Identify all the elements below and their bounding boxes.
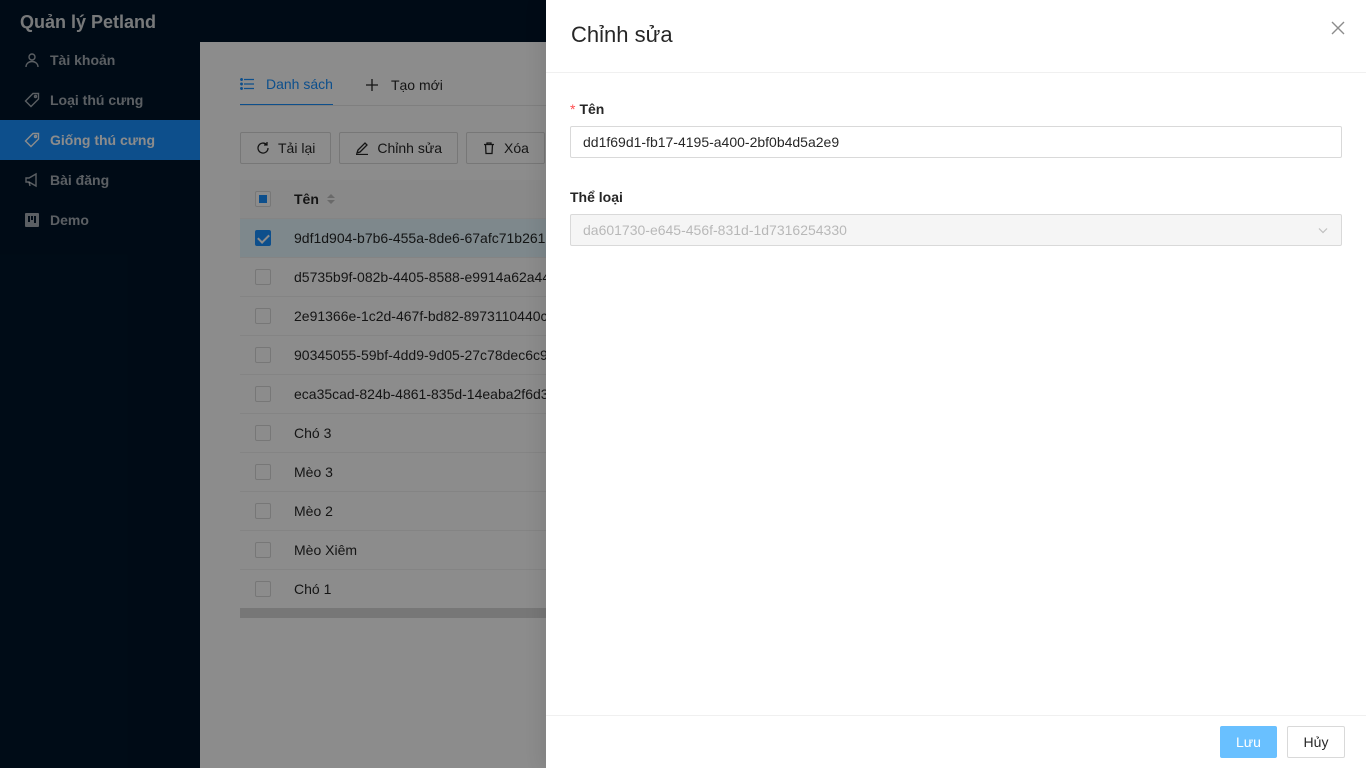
drawer-header: Chỉnh sửa: [546, 0, 1366, 73]
close-button[interactable]: [1330, 20, 1346, 36]
cancel-button[interactable]: Hủy: [1287, 726, 1345, 758]
edit-form: *Tên Thể loại da601730-e645-456f-831d-1d…: [570, 98, 1342, 246]
chevron-down-icon: [1318, 228, 1328, 234]
close-icon: [1331, 21, 1345, 35]
drawer-footer: Lưu Hủy: [546, 715, 1366, 768]
type-select-value: da601730-e645-456f-831d-1d7316254330: [583, 222, 847, 238]
type-select: da601730-e645-456f-831d-1d7316254330: [570, 214, 1342, 246]
name-input[interactable]: [570, 126, 1342, 158]
type-label: Thể loại: [570, 189, 623, 205]
drawer-title: Chỉnh sửa: [571, 22, 673, 47]
edit-drawer: Chỉnh sửa *Tên Thể loại da601730-e645-45…: [546, 0, 1366, 768]
save-button[interactable]: Lưu: [1220, 726, 1277, 758]
name-label: * Tên: [570, 98, 1342, 120]
required-mark: *: [570, 101, 576, 117]
name-label-text: Tên: [579, 101, 605, 117]
